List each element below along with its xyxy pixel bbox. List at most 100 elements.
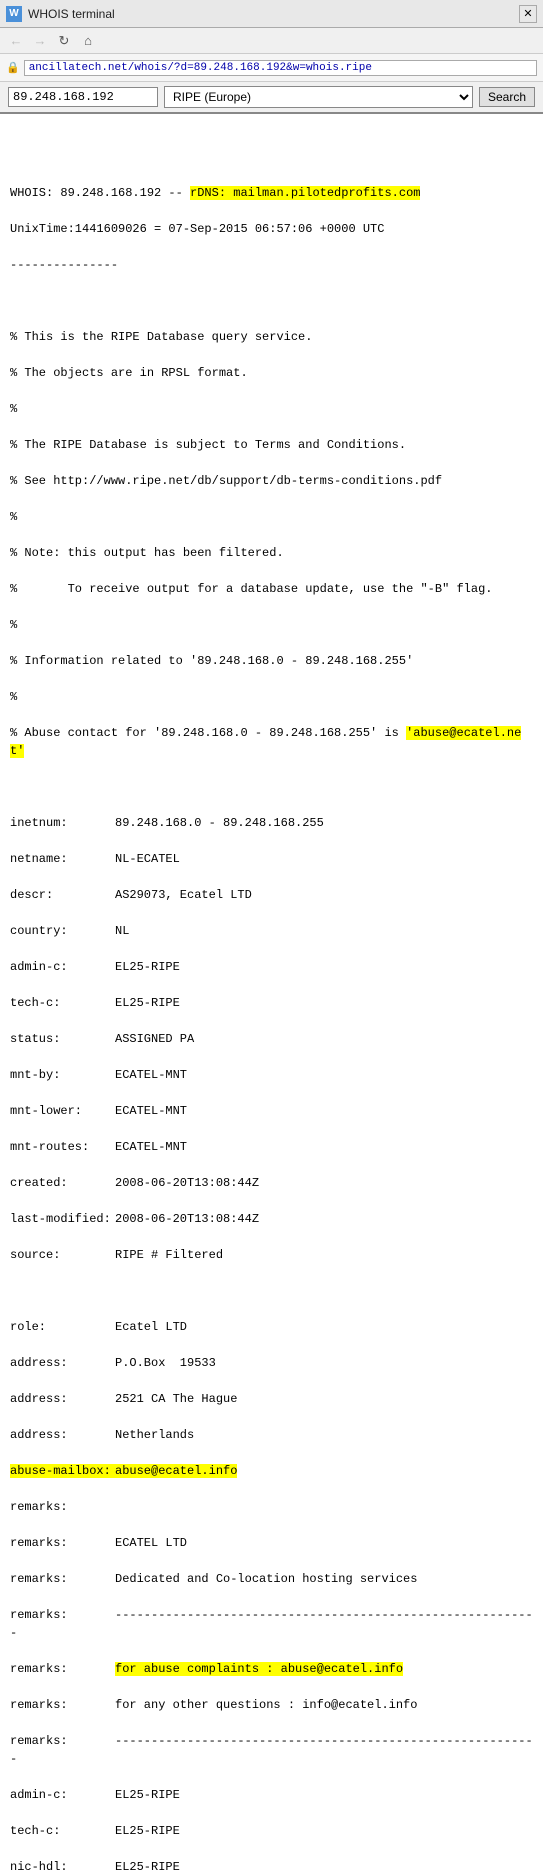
descr-label: descr: — [10, 886, 115, 904]
role-val: Ecatel LTD — [115, 1320, 187, 1334]
mnt-by-row: mnt-by:ECATEL-MNT — [10, 1068, 187, 1082]
inetnum-val: 89.248.168.0 - 89.248.168.255 — [115, 816, 324, 830]
rdns-highlight: rDNS: mailman.pilotedprofits.com — [190, 186, 420, 200]
tech-c-label: tech-c: — [10, 994, 115, 1012]
mnt-by-val: ECATEL-MNT — [115, 1068, 187, 1082]
address2-label: address: — [10, 1390, 115, 1408]
mnt-routes-label: mnt-routes: — [10, 1138, 115, 1156]
whois-line: WHOIS: 89.248.168.192 -- rDNS: mailman.p… — [10, 186, 420, 200]
tech-c-row: tech-c:EL25-RIPE — [10, 996, 180, 1010]
mnt-lower-val: ECATEL-MNT — [115, 1104, 187, 1118]
address2-val: 2521 CA The Hague — [115, 1392, 237, 1406]
mnt-routes-val: ECATEL-MNT — [115, 1140, 187, 1154]
address2-row: address:2521 CA The Hague — [10, 1392, 237, 1406]
tech-c-val: EL25-RIPE — [115, 996, 180, 1010]
address-input[interactable] — [24, 60, 537, 76]
inetnum-label: inetnum: — [10, 814, 115, 832]
nav-bar: ← → ↻ ⌂ — [0, 28, 543, 54]
remarks4-label: remarks: — [10, 1606, 115, 1624]
comment-3: % — [10, 402, 17, 416]
remarks5-val: for abuse complaints : abuse@ecatel.info — [115, 1662, 403, 1676]
back-button[interactable]: ← — [6, 31, 26, 51]
refresh-button[interactable]: ↻ — [54, 31, 74, 51]
mnt-lower-label: mnt-lower: — [10, 1102, 115, 1120]
main-content: WHOIS: 89.248.168.192 -- rDNS: mailman.p… — [0, 166, 543, 1870]
whois-content — [0, 114, 543, 166]
comment-10: % Information related to '89.248.168.0 -… — [10, 654, 413, 668]
remarks5-row: remarks:for abuse complaints : abuse@eca… — [10, 1662, 403, 1676]
created-row: created:2008-06-20T13:08:44Z — [10, 1176, 259, 1190]
last-modified-row: last-modified:2008-06-20T13:08:44Z — [10, 1212, 259, 1226]
home-button[interactable]: ⌂ — [78, 31, 98, 51]
window-title: WHOIS terminal — [28, 7, 513, 21]
country-label: country: — [10, 922, 115, 940]
remarks4-row: remarks:--------------------------------… — [10, 1608, 533, 1640]
comment-11: % — [10, 690, 17, 704]
remarks6-val: for any other questions : info@ecatel.in… — [115, 1698, 417, 1712]
role-label: role: — [10, 1318, 115, 1336]
status-row: status:ASSIGNED PA — [10, 1032, 194, 1046]
remarks6-label: remarks: — [10, 1696, 115, 1714]
descr-row: descr:AS29073, Ecatel LTD — [10, 888, 252, 902]
netname-label: netname: — [10, 850, 115, 868]
mnt-by-label: mnt-by: — [10, 1066, 115, 1084]
source-val: RIPE # Filtered — [115, 1248, 223, 1262]
comment-1: % This is the RIPE Database query servic… — [10, 330, 312, 344]
ip-input[interactable] — [8, 87, 158, 107]
address1-row: address:P.O.Box 19533 — [10, 1356, 216, 1370]
address1-label: address: — [10, 1354, 115, 1372]
comment-6: % — [10, 510, 17, 524]
forward-button[interactable]: → — [30, 31, 50, 51]
mnt-routes-row: mnt-routes:ECATEL-MNT — [10, 1140, 187, 1154]
remarks2-val: ECATEL LTD — [115, 1536, 187, 1550]
comment-2: % The objects are in RPSL format. — [10, 366, 248, 380]
tech-c2-label: tech-c: — [10, 1822, 115, 1840]
role-row: role:Ecatel LTD — [10, 1320, 187, 1334]
created-val: 2008-06-20T13:08:44Z — [115, 1176, 259, 1190]
comment-4: % The RIPE Database is subject to Terms … — [10, 438, 406, 452]
address1-val: P.O.Box 19533 — [115, 1356, 216, 1370]
remarks7-label: remarks: — [10, 1732, 115, 1750]
remarks1-row: remarks: — [10, 1500, 115, 1514]
abuse-contact-line: % Abuse contact for '89.248.168.0 - 89.2… — [10, 726, 521, 758]
source-row: source:RIPE # Filtered — [10, 1248, 223, 1262]
status-val: ASSIGNED PA — [115, 1032, 194, 1046]
admin-c2-val: EL25-RIPE — [115, 1788, 180, 1802]
comment-5: % See http://www.ripe.net/db/support/db-… — [10, 474, 442, 488]
country-val: NL — [115, 924, 129, 938]
remarks3-label: remarks: — [10, 1570, 115, 1588]
abuse-mailbox-row: abuse-mailbox:abuse@ecatel.info — [10, 1464, 237, 1478]
admin-c2-label: admin-c: — [10, 1786, 115, 1804]
close-button[interactable]: ✕ — [519, 5, 537, 23]
remarks3-val: Dedicated and Co-location hosting servic… — [115, 1572, 417, 1586]
tech-c2-row: tech-c:EL25-RIPE — [10, 1824, 180, 1838]
abuse-mailbox-highlight: abuse-mailbox:abuse@ecatel.info — [10, 1464, 237, 1478]
netname-row: netname:NL-ECATEL — [10, 852, 180, 866]
nic-hdl-val: EL25-RIPE — [115, 1860, 180, 1870]
remarks5-label: remarks: — [10, 1660, 115, 1678]
nic-hdl-label: nic-hdl: — [10, 1858, 115, 1870]
admin-c-val: EL25-RIPE — [115, 960, 180, 974]
remarks2-label: remarks: — [10, 1534, 115, 1552]
remarks5-highlight: for abuse complaints : abuse@ecatel.info — [115, 1662, 403, 1676]
title-bar: W WHOIS terminal ✕ — [0, 0, 543, 28]
abuse-mailbox-label: abuse-mailbox: — [10, 1462, 115, 1480]
address3-label: address: — [10, 1426, 115, 1444]
remarks3-row: remarks:Dedicated and Co-location hostin… — [10, 1572, 417, 1586]
query-bar: RIPE (Europe)ARIN (Americas)APNIC (Asia)… — [0, 82, 543, 114]
address3-row: address:Netherlands — [10, 1428, 194, 1442]
comment-7: % Note: this output has been filtered. — [10, 546, 284, 560]
inetnum-row: inetnum:89.248.168.0 - 89.248.168.255 — [10, 816, 324, 830]
status-label: status: — [10, 1030, 115, 1048]
created-label: created: — [10, 1174, 115, 1192]
admin-c-row: admin-c:EL25-RIPE — [10, 960, 180, 974]
remarks6-row: remarks:for any other questions : info@e… — [10, 1698, 417, 1712]
app-icon: W — [6, 6, 22, 22]
search-button[interactable]: Search — [479, 87, 535, 107]
abuse-mailbox-val: abuse@ecatel.info — [115, 1464, 237, 1478]
region-select[interactable]: RIPE (Europe)ARIN (Americas)APNIC (Asia)… — [164, 86, 473, 108]
admin-c-label: admin-c: — [10, 958, 115, 976]
mnt-lower-row: mnt-lower:ECATEL-MNT — [10, 1104, 187, 1118]
remarks2-row: remarks:ECATEL LTD — [10, 1536, 187, 1550]
source-label: source: — [10, 1246, 115, 1264]
